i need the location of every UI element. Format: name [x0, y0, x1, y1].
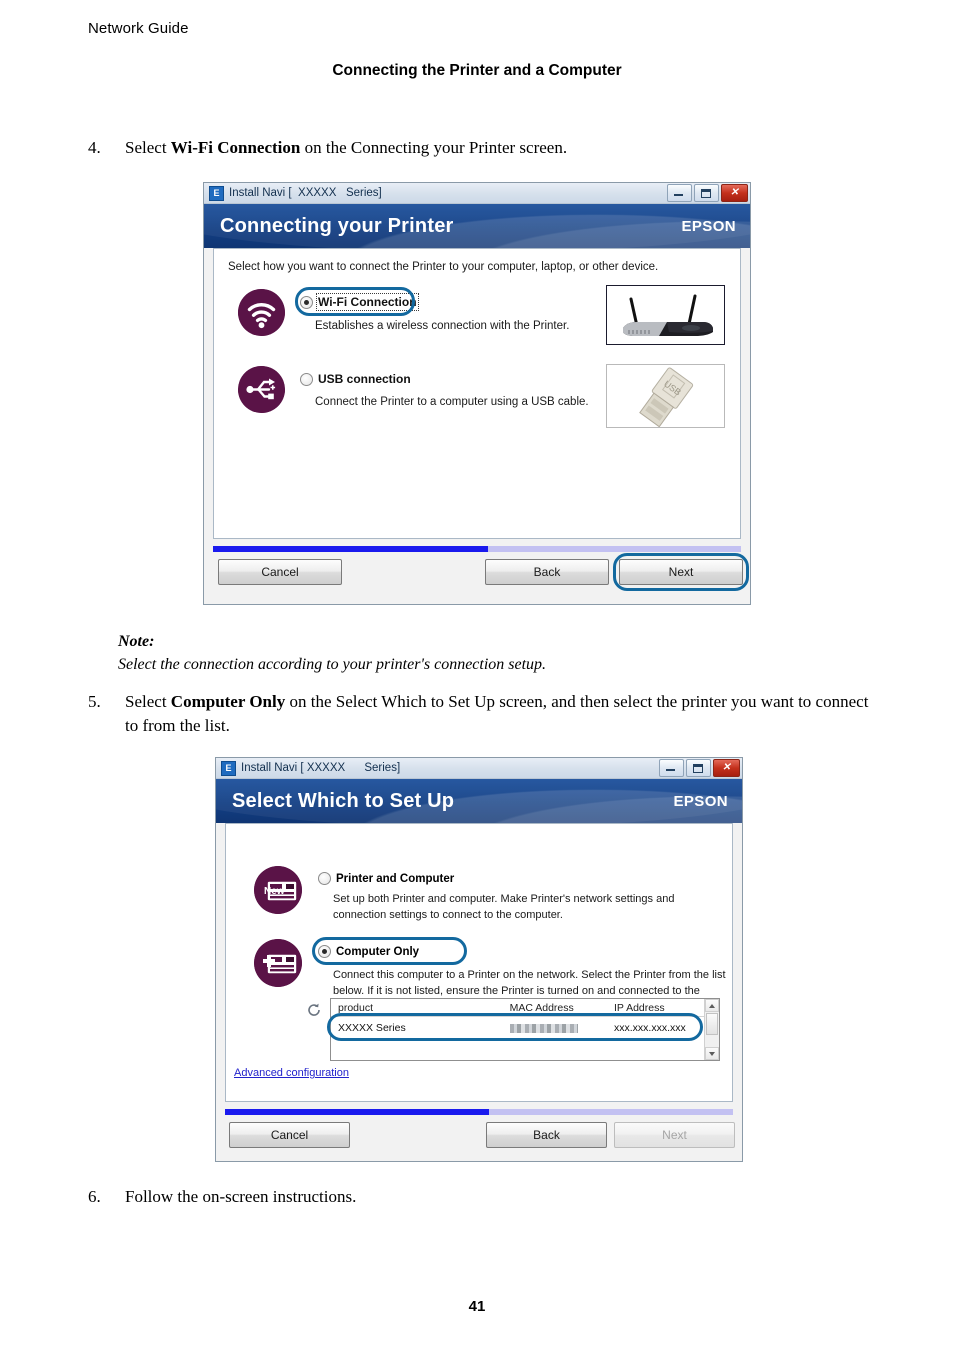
connecting-your-printer-dialog[interactable]: E Install Navi [ XXXXX Series] ✕ Connect… — [203, 182, 751, 605]
computer-only-radio[interactable] — [318, 945, 331, 958]
column-header-mac: MAC Address — [509, 1001, 574, 1014]
step-5-number: 5. — [88, 692, 101, 711]
cancel-button[interactable]: Cancel — [229, 1122, 350, 1148]
step-5-bold: Computer Only — [170, 692, 286, 711]
step-4-text: Select Wi-Fi Connection on the Connectin… — [125, 136, 878, 160]
new-printer-icon: New — [254, 866, 302, 914]
wifi-connection-description: Establishes a wireless connection with t… — [315, 320, 570, 332]
maximize-icon[interactable] — [694, 184, 719, 202]
usb-connection-label: USB connection — [318, 372, 411, 386]
note-text: Select the connection according to your … — [118, 656, 547, 674]
chapter-title: Connecting the Printer and a Computer — [332, 62, 622, 79]
dialog1-intro-text: Select how you want to connect the Print… — [228, 261, 659, 273]
select-which-to-set-up-dialog[interactable]: E Install Navi [ XXXXX Series] ✕ Select … — [215, 757, 743, 1162]
computer-only-radio-row[interactable]: Computer Only — [318, 945, 419, 958]
dialog2-window-controls[interactable]: ✕ — [659, 759, 740, 777]
minimize-icon[interactable] — [667, 184, 692, 202]
printer-list-header: product MAC Address IP Address — [331, 999, 704, 1017]
close-icon[interactable]: ✕ — [721, 184, 748, 202]
column-header-product: product — [338, 1001, 374, 1014]
printer-list-scrollbar[interactable] — [704, 999, 719, 1060]
usb-connection-radio-row[interactable]: USB connection — [300, 372, 411, 386]
dialog2-body: New Printer and Computer Set up both Pri… — [225, 823, 733, 1102]
step-4-bold: Wi-Fi Connection — [170, 138, 301, 157]
step-4: 4. Select Wi-Fi Connection on the Connec… — [88, 136, 878, 160]
close-icon[interactable]: ✕ — [713, 759, 740, 777]
step-6-text: Follow the on-screen instructions. — [125, 1187, 357, 1206]
note-block: Note: Select the connection according to… — [118, 630, 546, 676]
dialog2-title: Install Navi [ XXXXX Series] — [241, 762, 401, 774]
step-4-text-before: Select — [125, 138, 171, 157]
scroll-up-icon[interactable] — [705, 999, 719, 1012]
printer-list-main: product MAC Address IP Address XXXXX Ser… — [331, 999, 704, 1060]
usb-connection-radio[interactable] — [300, 372, 313, 386]
note-label: Note: — [118, 633, 155, 650]
dialog2-button-bar: Cancel Back Next — [216, 1115, 742, 1155]
dialog1-banner: Connecting your Printer EPSON — [204, 204, 750, 248]
cell-ip-address: xxx.xxx.xxx.xxx — [614, 1022, 686, 1034]
wifi-connection-radio-row[interactable]: Wi-Fi Connection — [300, 293, 419, 311]
epson-logo: EPSON — [681, 217, 736, 235]
dialog2-titlebar[interactable]: E Install Navi [ XXXXX Series] ✕ — [216, 758, 742, 779]
dialog1-button-bar: Cancel Back Next — [204, 552, 750, 592]
dialog1-window-controls[interactable]: ✕ — [667, 184, 748, 202]
next-button[interactable]: Next — [619, 559, 743, 585]
step-5: 5. Select Computer Only on the Select Wh… — [88, 690, 878, 738]
refresh-icon[interactable] — [306, 1002, 322, 1018]
next-button: Next — [614, 1122, 735, 1148]
cell-mac-address — [503, 1022, 607, 1034]
back-button[interactable]: Back — [485, 559, 609, 585]
running-head: Network Guide — [88, 20, 189, 37]
usb-connector-image: USB — [606, 364, 725, 428]
printer-and-computer-description: Set up both Printer and computer. Make P… — [333, 893, 675, 921]
printer-and-computer-label: Printer and Computer — [336, 872, 455, 885]
epson-logo: EPSON — [673, 792, 728, 810]
page-number: 41 — [468, 1298, 486, 1315]
computer-only-label: Computer Only — [336, 945, 420, 958]
dialog2-banner-title: Select Which to Set Up — [232, 789, 455, 812]
dialog1-title: Install Navi [ XXXXX Series] — [229, 187, 382, 199]
table-row[interactable]: XXXXX Series xxx.xxx.xxx.xxx — [331, 1017, 704, 1039]
install-navi-icon: E — [209, 185, 224, 201]
wireless-router-image — [606, 285, 725, 345]
maximize-icon[interactable] — [686, 759, 711, 777]
cell-product: XXXXX Series — [338, 1022, 406, 1034]
dialog1-body: Select how you want to connect the Print… — [213, 248, 741, 539]
back-button[interactable]: Back — [486, 1122, 607, 1148]
minimize-icon[interactable] — [659, 759, 684, 777]
column-header-ip: IP Address — [614, 1001, 665, 1014]
scroll-down-icon[interactable] — [705, 1047, 719, 1060]
printer-list[interactable]: product MAC Address IP Address XXXXX Ser… — [330, 998, 720, 1061]
step-4-text-after: on the Connecting your Printer screen. — [300, 138, 568, 157]
wifi-icon — [238, 289, 285, 336]
scrollbar-thumb[interactable] — [706, 1013, 718, 1035]
cancel-button[interactable]: Cancel — [218, 559, 342, 585]
wifi-connection-label: Wi-Fi Connection — [316, 293, 419, 311]
dialog1-titlebar[interactable]: E Install Navi [ XXXXX Series] ✕ — [204, 183, 750, 204]
printer-and-computer-radio[interactable] — [318, 872, 331, 885]
advanced-configuration-link[interactable]: Advanced configuration — [234, 1067, 349, 1079]
wifi-connection-radio[interactable] — [300, 295, 313, 309]
step-4-number: 4. — [88, 138, 101, 157]
add-printer-icon — [254, 939, 302, 987]
usb-connection-description: Connect the Printer to a computer using … — [315, 396, 589, 408]
usb-icon — [238, 366, 285, 413]
install-navi-icon: E — [221, 760, 236, 776]
mac-address-redacted — [509, 1023, 578, 1033]
step-5-text-before: Select — [125, 692, 171, 711]
step-6-number: 6. — [88, 1187, 101, 1206]
printer-and-computer-radio-row[interactable]: Printer and Computer — [318, 872, 454, 885]
step-6: 6. Follow the on-screen instructions. — [88, 1185, 878, 1209]
dialog2-banner: Select Which to Set Up EPSON — [216, 779, 742, 823]
dialog1-banner-title: Connecting your Printer — [220, 214, 454, 237]
step-5-text: Select Computer Only on the Select Which… — [125, 690, 878, 738]
svg-text:New: New — [264, 886, 285, 897]
